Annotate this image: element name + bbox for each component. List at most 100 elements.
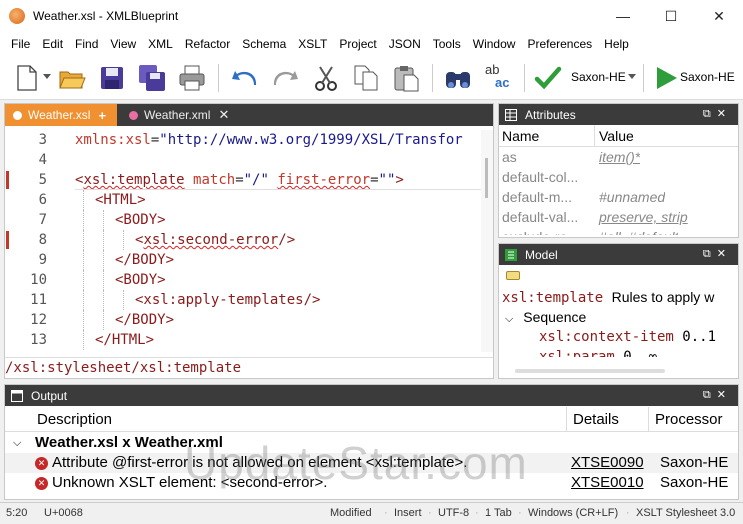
tab-setting[interactable]: 1 Tab [485,503,512,523]
table-row[interactable]: default-col... [499,167,738,187]
insert-mode[interactable]: Insert [394,503,422,523]
code-line[interactable]: 5 <xsl:template match="/" first-error=""> [5,170,481,190]
tab-add-icon[interactable]: + [98,108,106,123]
document-type[interactable]: XSLT Stylesheet 3.0 [636,503,735,523]
code-line[interactable]: 4 [5,150,481,170]
line-number: 8 [38,232,47,248]
model-panel-header: Model ⧉✕ [499,244,738,265]
tab-weather-xml[interactable]: Weather.xml ✕ [123,104,235,126]
validate-check-icon[interactable] [533,63,563,93]
panel-controls[interactable]: ⧉✕ [703,107,732,121]
code-line[interactable]: 13 </HTML> [5,330,481,350]
table-row[interactable]: as item()* [499,147,738,167]
unicode-value: U+0068 [44,507,83,519]
run-transform-label[interactable]: Saxon-HE [680,70,735,84]
code-line[interactable]: 8 <xsl:second-error/> [5,230,481,250]
column-name[interactable]: Name [499,125,595,146]
maximize-button[interactable]: ☐ [647,0,695,32]
run-transform-icon[interactable] [651,63,681,93]
menu-json[interactable]: JSON [383,32,427,56]
new-file-dropdown-icon[interactable] [43,74,51,79]
code-line[interactable]: 9 </BODY> [5,250,481,270]
breadcrumb-path[interactable]: /xsl:stylesheet/xsl:template [5,360,241,376]
attributes-panel: Attributes ⧉✕ Name Value as item()* defau… [498,103,739,238]
code-text: <BODY> [115,270,166,290]
table-row[interactable]: ✕ Unknown XSLT element: <second-error>. X… [5,473,738,493]
menu-refactor[interactable]: Refactor [179,32,236,56]
validator-select[interactable]: Saxon-HE [571,70,626,84]
tab-close-icon[interactable]: ✕ [218,107,229,123]
spell-check-icon[interactable]: ab ac [483,62,517,94]
output-group-row[interactable]: ⌵ Weather.xsl x Weather.xml [5,433,738,453]
table-icon [505,108,517,121]
menu-find[interactable]: Find [69,32,104,56]
code-token: </HTML> [95,332,155,348]
menu-tools[interactable]: Tools [427,32,467,56]
error-icon: ✕ [35,476,48,490]
code-line[interactable]: 3 xmlns:xsl="http://www.w3.org/1999/XSL/T… [5,130,481,150]
redo-icon[interactable] [270,63,300,93]
chevron-down-icon[interactable]: ⌵ [13,433,21,453]
open-folder-icon[interactable] [57,63,87,93]
minimize-button[interactable]: — [599,0,647,32]
column-details[interactable]: Details [566,407,619,432]
table-row[interactable]: exclude-re...#all, #default [499,227,738,235]
model-element-row[interactable]: xsl:template Rules to apply w [499,287,738,307]
code-token: = [370,172,379,188]
code-editor[interactable]: 3 xmlns:xsl="http://www.w3.org/1999/XSL/T… [5,130,493,352]
menu-schema[interactable]: Schema [236,32,292,56]
menu-xml[interactable]: XML [142,32,179,56]
code-line[interactable]: 6 <HTML> [5,190,481,210]
paste-icon[interactable] [391,63,421,93]
scrollbar-thumb[interactable] [485,158,488,198]
menu-window[interactable]: Window [467,32,522,56]
model-child-row[interactable]: xsl:param 0..∞ [499,347,738,357]
line-number: 9 [38,252,47,268]
menu-view[interactable]: View [104,32,142,56]
menu-preferences[interactable]: Preferences [521,32,598,56]
save-all-icon[interactable] [137,63,167,93]
find-binoculars-icon[interactable] [443,63,473,93]
validator-dropdown-icon[interactable] [628,74,636,79]
menu-project[interactable]: Project [333,32,382,56]
panel-controls[interactable]: ⧉✕ [703,388,732,402]
table-row[interactable]: ✕ Attribute @first-error is not allowed o… [5,453,738,473]
save-icon[interactable] [97,63,127,93]
panel-controls[interactable]: ⧉✕ [703,247,732,261]
error-code-link[interactable]: XTSE0090 [571,453,644,473]
menu-xslt[interactable]: XSLT [292,32,333,56]
model-horizontal-scrollbar[interactable] [515,369,665,373]
encoding[interactable]: UTF-8 [438,503,469,523]
indent-guide [103,230,104,250]
code-text: <HTML> [95,190,146,210]
error-code-link[interactable]: XTSE0010 [571,473,644,493]
cut-icon[interactable] [311,63,341,93]
model-child-row[interactable]: xsl:context-item 0..1 [499,327,738,347]
menu-edit[interactable]: Edit [36,32,69,56]
table-row[interactable]: default-m... #unnamed [499,187,738,207]
column-value[interactable]: Value [595,125,634,146]
tab-weather-xsl[interactable]: Weather.xsl + [5,104,117,126]
separator: · [428,507,432,519]
code-line[interactable]: 10 <BODY> [5,270,481,290]
copy-icon[interactable] [351,63,381,93]
new-file-icon[interactable] [12,63,42,93]
table-row[interactable]: default-val... preserve, strip [499,207,738,227]
model-sequence-row[interactable]: ⌵ Sequence [499,307,738,327]
chevron-down-icon[interactable]: ⌵ [505,313,513,325]
column-processor[interactable]: Processor [648,407,723,432]
code-text: </HTML> [95,330,154,350]
menu-file[interactable]: File [5,32,36,56]
code-line[interactable]: 7 <BODY> [5,210,481,230]
editor-vertical-scrollbar[interactable] [481,130,493,352]
menu-help[interactable]: Help [598,32,635,56]
code-line[interactable]: 12 </BODY> [5,310,481,330]
column-description[interactable]: Description [37,407,112,432]
separator: · [384,507,388,519]
code-line[interactable]: 11 <xsl:apply-templates/> [5,290,481,310]
undo-icon[interactable] [230,63,260,93]
code-token: <BODY> [115,272,166,288]
print-icon[interactable] [177,63,207,93]
line-endings[interactable]: Windows (CR+LF) [528,503,618,523]
close-button[interactable]: ✕ [695,0,743,32]
